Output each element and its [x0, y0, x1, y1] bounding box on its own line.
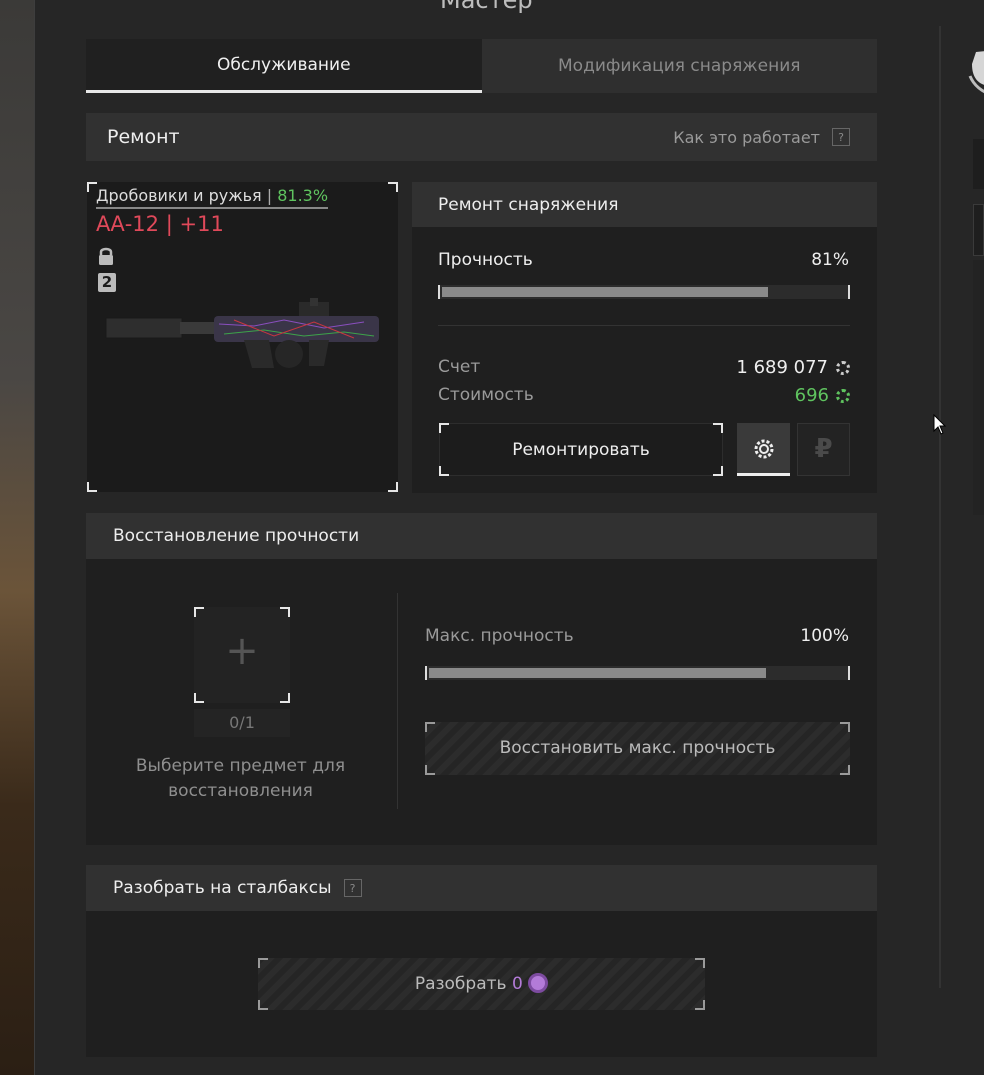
divider	[397, 593, 398, 809]
item-name: АА-12	[96, 212, 160, 236]
restore-section-title: Восстановление прочности	[113, 526, 360, 546]
tab-service[interactable]: Обслуживание	[86, 39, 482, 93]
item-name-line: АА-12 | +11	[96, 212, 224, 236]
disassemble-button-content: Разобрать 0	[258, 973, 705, 994]
shield-icon	[966, 46, 984, 100]
repair-section-header: Ремонт Как это работает ?	[86, 113, 877, 161]
disassemble-button[interactable]: Разобрать 0	[258, 958, 705, 1010]
help-icon[interactable]: ?	[343, 879, 362, 897]
durability-bar	[438, 285, 850, 299]
lock-icon	[99, 247, 113, 265]
divider	[438, 325, 850, 326]
item-slot[interactable]: +	[194, 607, 290, 703]
gear-currency-icon	[836, 389, 850, 403]
durability-bar-fill	[442, 287, 769, 297]
add-icon: +	[225, 628, 259, 674]
max-durability-value: 100%	[800, 626, 849, 646]
side-panel-block[interactable]	[973, 204, 984, 256]
separator: |	[266, 186, 273, 205]
restore-max-durability-button[interactable]: Восстановить макс. прочность	[425, 722, 850, 775]
currency-ruble-toggle[interactable]: ₽	[797, 423, 850, 476]
max-durability-label: Макс. прочность	[425, 626, 574, 646]
item-category: Дробовики и ружья	[96, 186, 262, 205]
weapon-image	[105, 298, 379, 368]
cost-value: 696	[794, 385, 829, 406]
durability-label: Прочность	[438, 250, 533, 270]
how-it-works-link[interactable]: Как это работает	[673, 128, 820, 147]
help-icon[interactable]: ?	[832, 128, 850, 146]
item-category-line: Дробовики и ружья | 81.3%	[96, 186, 329, 209]
repair-button-label: Ремонтировать	[512, 440, 650, 460]
cost-label: Стоимость	[438, 385, 534, 405]
currency-gear-toggle[interactable]	[737, 423, 790, 476]
gear-repair-title: Ремонт снаряжения	[438, 194, 619, 215]
repair-button[interactable]: Ремонтировать	[439, 423, 723, 476]
window-title: Мастер	[440, 0, 533, 14]
item-category-percent: 81.3%	[277, 186, 329, 205]
side-panel-list[interactable]	[973, 260, 984, 515]
balance-label: Счет	[438, 357, 481, 377]
max-durability-bar-fill	[429, 668, 766, 678]
balance-value: 1 689 077	[736, 357, 828, 378]
restore-hint: Выберите предмет для восстановления	[135, 756, 346, 801]
gear-currency-icon	[754, 439, 774, 459]
disassemble-section-header: Разобрать на сталбаксы ?	[86, 865, 877, 911]
separator: |	[165, 212, 173, 236]
gear-currency-icon	[836, 361, 850, 375]
stalbucks-icon	[528, 973, 549, 993]
mouse-cursor-icon	[933, 414, 947, 435]
slot-count: 0/1	[194, 709, 290, 737]
tab-gear-modification[interactable]: Модификация снаряжения	[481, 39, 877, 93]
durability-value: 81%	[811, 250, 849, 270]
gear-repair-header: Ремонт снаряжения	[412, 182, 877, 227]
disassemble-label: Разобрать	[414, 974, 507, 994]
tier-badge: 2	[98, 273, 116, 292]
repair-section-title: Ремонт	[107, 126, 180, 148]
restore-section-header: Восстановление прочности	[86, 513, 877, 559]
max-durability-bar	[425, 666, 850, 680]
disassemble-section-title: Разобрать на сталбаксы	[113, 878, 332, 898]
item-upgrade-level: +11	[179, 212, 224, 236]
side-panel-block[interactable]	[973, 139, 984, 189]
restore-button-label: Восстановить макс. прочность	[499, 738, 776, 758]
right-divider	[939, 26, 941, 988]
tab-bar: Обслуживание Модификация снаряжения	[86, 39, 877, 93]
disassemble-value: 0	[511, 974, 523, 994]
